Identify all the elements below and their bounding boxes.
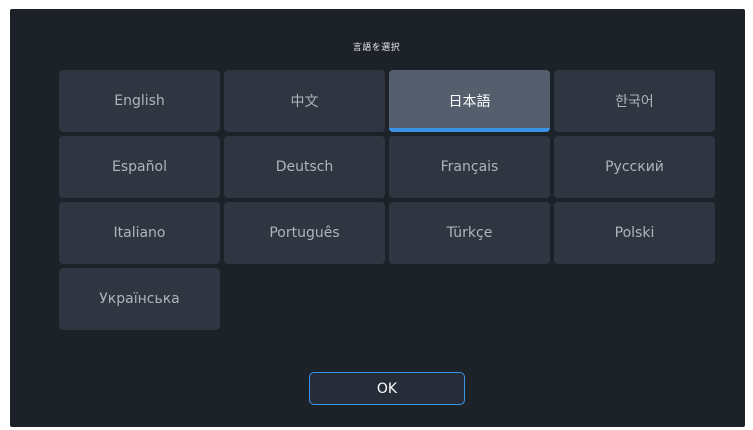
language-option-polish[interactable]: Polski — [554, 202, 715, 264]
language-option-ukrainian[interactable]: Українська — [59, 268, 220, 330]
language-option-japanese[interactable]: 日本語 — [389, 70, 550, 132]
language-option-german[interactable]: Deutsch — [224, 136, 385, 198]
language-option-korean[interactable]: 한국어 — [554, 70, 715, 132]
dialog-title: 言語を選択 — [352, 43, 401, 53]
language-option-chinese[interactable]: 中文 — [224, 70, 385, 132]
language-option-russian[interactable]: Русский — [554, 136, 715, 198]
language-option-english[interactable]: English — [59, 70, 220, 132]
language-option-spanish[interactable]: Español — [59, 136, 220, 198]
language-option-turkish[interactable]: Türkçe — [389, 202, 550, 264]
ok-button[interactable]: OK — [309, 372, 465, 405]
language-option-italian[interactable]: Italiano — [59, 202, 220, 264]
language-option-portuguese[interactable]: Português — [224, 202, 385, 264]
language-option-french[interactable]: Français — [389, 136, 550, 198]
language-grid: English 中文 日本語 한국어 Español Deutsch Franç… — [59, 70, 715, 330]
